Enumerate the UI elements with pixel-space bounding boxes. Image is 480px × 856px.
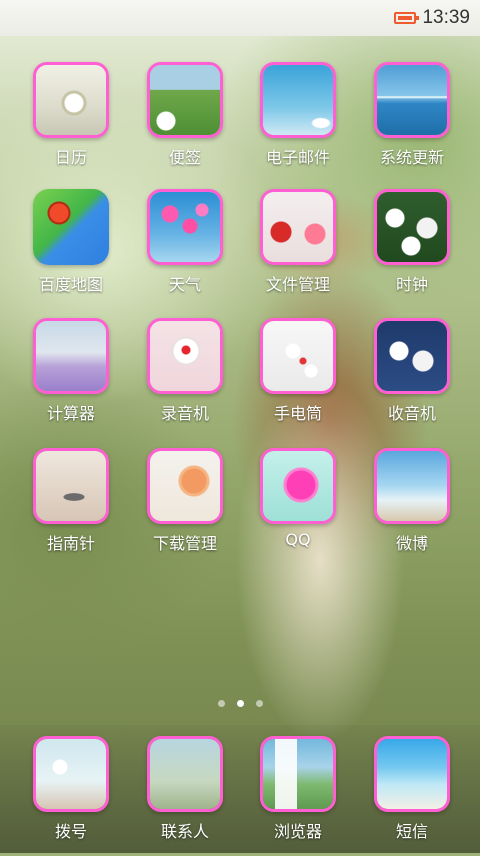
compass-icon xyxy=(33,448,109,524)
app-label: 百度地图 xyxy=(38,275,103,294)
system-update-icon xyxy=(374,62,450,138)
status-bar: 13:39 xyxy=(0,0,480,36)
page-dot[interactable] xyxy=(255,700,263,707)
dock-contacts[interactable]: 联系人 xyxy=(135,736,235,856)
browser-icon xyxy=(260,736,336,812)
calculator-icon xyxy=(33,318,109,394)
app-download-manager[interactable]: 下载管理 xyxy=(135,448,235,568)
app-label: 系统更新 xyxy=(379,148,444,167)
radio-icon xyxy=(374,318,450,394)
app-label: 文件管理 xyxy=(265,275,330,294)
app-label: 拨号 xyxy=(54,822,87,841)
status-time: 13:39 xyxy=(422,7,470,28)
app-system-update[interactable]: 系统更新 xyxy=(362,62,462,182)
sms-icon xyxy=(374,736,450,812)
app-label: 短信 xyxy=(395,822,428,841)
app-baidu-map[interactable]: 百度地图 xyxy=(21,189,121,309)
app-weather[interactable]: 天气 xyxy=(135,189,235,309)
baidu-map-icon xyxy=(33,189,109,265)
app-label: 电子邮件 xyxy=(265,148,330,167)
weibo-icon xyxy=(374,448,450,524)
app-calculator[interactable]: 计算器 xyxy=(21,318,121,438)
app-label: QQ xyxy=(285,530,311,549)
app-label: 便签 xyxy=(168,148,201,167)
file-manager-icon xyxy=(260,189,336,265)
app-label: 下载管理 xyxy=(152,534,217,553)
qq-icon xyxy=(260,448,336,524)
app-clock[interactable]: 时钟 xyxy=(362,189,462,309)
battery-icon xyxy=(394,12,420,24)
app-recorder[interactable]: 录音机 xyxy=(135,318,235,438)
app-calendar[interactable]: 日历 xyxy=(21,62,121,182)
app-label: 指南针 xyxy=(46,534,95,553)
app-radio[interactable]: 收音机 xyxy=(362,318,462,438)
app-label: 手电筒 xyxy=(273,404,322,423)
app-qq[interactable]: QQ xyxy=(248,448,348,568)
flashlight-icon xyxy=(260,318,336,394)
app-compass[interactable]: 指南针 xyxy=(21,448,121,568)
weather-icon xyxy=(147,189,223,265)
dialer-icon xyxy=(33,736,109,812)
app-label: 计算器 xyxy=(46,404,95,423)
app-label: 天气 xyxy=(168,275,201,294)
app-label: 联系人 xyxy=(160,822,209,841)
calendar-icon xyxy=(33,62,109,138)
app-file-manager[interactable]: 文件管理 xyxy=(248,189,348,309)
app-label: 浏览器 xyxy=(273,822,322,841)
recorder-icon xyxy=(147,318,223,394)
dock-sms[interactable]: 短信 xyxy=(362,736,462,856)
app-email[interactable]: 电子邮件 xyxy=(248,62,348,182)
contacts-icon xyxy=(147,736,223,812)
page-dot[interactable] xyxy=(217,700,225,707)
download-manager-icon xyxy=(147,448,223,524)
app-flashlight[interactable]: 手电筒 xyxy=(248,318,348,438)
dock-browser[interactable]: 浏览器 xyxy=(248,736,348,856)
email-icon xyxy=(260,62,336,138)
app-weibo[interactable]: 微博 xyxy=(362,448,462,568)
app-label: 微博 xyxy=(395,534,428,553)
dock-dialer[interactable]: 拨号 xyxy=(21,736,121,856)
app-label: 录音机 xyxy=(160,404,209,423)
page-indicator xyxy=(0,700,480,707)
app-label: 时钟 xyxy=(395,275,428,294)
clock-icon xyxy=(374,189,450,265)
app-notes[interactable]: 便签 xyxy=(135,62,235,182)
app-label: 日历 xyxy=(54,148,87,167)
notes-icon xyxy=(147,62,223,138)
page-dot-active[interactable] xyxy=(236,700,244,707)
app-label: 收音机 xyxy=(387,404,436,423)
